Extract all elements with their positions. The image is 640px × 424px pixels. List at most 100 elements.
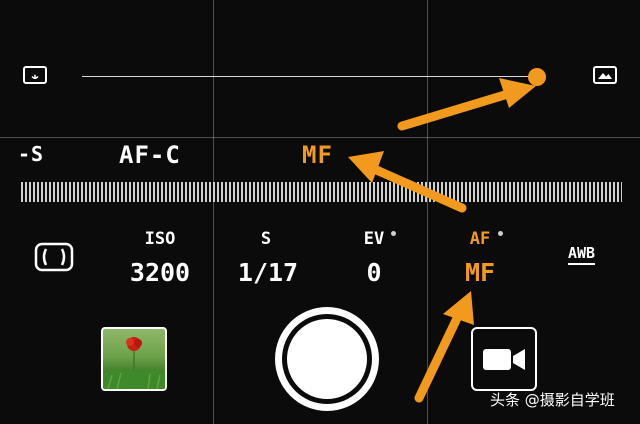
mode-partial-left[interactable]: -S: [18, 144, 44, 164]
ruler-tick: [29, 182, 31, 202]
video-camera-icon[interactable]: [471, 327, 537, 391]
ruler-tick: [389, 182, 391, 202]
ruler-tick: [57, 182, 59, 202]
ruler-tick: [385, 182, 387, 202]
ruler-tick: [245, 182, 247, 202]
ruler-tick: [197, 182, 199, 202]
mode-af-c[interactable]: AF-C: [119, 143, 181, 167]
ruler-tick: [533, 182, 535, 202]
ruler-tick: [309, 182, 311, 202]
ruler-tick: [337, 182, 339, 202]
ruler-tick: [61, 182, 63, 202]
ruler-tick: [617, 182, 619, 202]
ruler-tick: [365, 182, 367, 202]
ruler-tick: [397, 182, 399, 202]
ruler-tick: [169, 182, 171, 202]
watermark-text: 头条 @摄影自学班: [490, 391, 615, 409]
ruler-tick: [545, 182, 547, 202]
ruler-tick: [53, 182, 55, 202]
mode-mf-selected[interactable]: MF: [302, 143, 333, 167]
ruler-tick: [249, 182, 251, 202]
ruler-tick: [133, 182, 135, 202]
shutter-core: [287, 319, 367, 399]
ruler-tick: [553, 182, 555, 202]
grid-line-vertical-1: [213, 0, 214, 424]
ruler-tick: [261, 182, 263, 202]
ruler-tick: [517, 182, 519, 202]
ruler-tick: [121, 182, 123, 202]
ruler-tick: [353, 182, 355, 202]
ruler-tick: [93, 182, 95, 202]
ruler-tick: [433, 182, 435, 202]
ruler-tick: [153, 182, 155, 202]
ruler-tick: [81, 182, 83, 202]
ruler-tick: [205, 182, 207, 202]
ruler-tick: [381, 182, 383, 202]
focus-slider-knob[interactable]: [528, 68, 547, 86]
focus-mode-value[interactable]: MF: [454, 260, 506, 285]
ruler-tick: [329, 182, 331, 202]
grid-line-horizontal-1: [0, 137, 640, 138]
ruler-tick: [277, 182, 279, 202]
iso-label[interactable]: ISO: [130, 231, 190, 248]
ev-value[interactable]: 0: [358, 260, 390, 285]
ruler-tick: [297, 182, 299, 202]
landscape-mountain-icon[interactable]: [593, 66, 617, 84]
shutter-speed-label[interactable]: S: [246, 231, 286, 248]
ruler-tick: [113, 182, 115, 202]
ruler-tick: [457, 182, 459, 202]
ruler-tick: [401, 182, 403, 202]
ruler-tick: [41, 182, 43, 202]
ruler-tick: [421, 182, 423, 202]
focus-indicator-dot: [498, 231, 503, 236]
ruler-tick: [449, 182, 451, 202]
focus-mode-label[interactable]: AF: [460, 231, 500, 248]
ruler-tick: [405, 182, 407, 202]
ruler-tick: [77, 182, 79, 202]
ruler-tick: [293, 182, 295, 202]
lens-bracket-icon[interactable]: [34, 242, 74, 272]
macro-flower-icon[interactable]: [23, 66, 47, 84]
iso-value[interactable]: 3200: [120, 260, 200, 285]
ruler-tick: [129, 182, 131, 202]
ruler-tick: [565, 182, 567, 202]
ruler-tick: [333, 182, 335, 202]
ruler-tick: [437, 182, 439, 202]
white-balance-button[interactable]: AWB: [568, 246, 596, 265]
ruler-tick: [465, 182, 467, 202]
ruler-tick: [209, 182, 211, 202]
focus-slider-track[interactable]: [82, 76, 542, 77]
ruler-tick: [229, 182, 231, 202]
ruler-tick: [33, 182, 35, 202]
grid-line-vertical-2: [427, 0, 428, 424]
ruler-tick: [237, 182, 239, 202]
ruler-tick: [141, 182, 143, 202]
ruler-tick: [181, 182, 183, 202]
ruler-tick: [521, 182, 523, 202]
ruler-tick: [505, 182, 507, 202]
gallery-thumbnail-icon[interactable]: [101, 327, 167, 391]
ruler-tick: [269, 182, 271, 202]
ruler-tick: [461, 182, 463, 202]
shutter-button-icon[interactable]: [275, 307, 379, 411]
ruler-tick: [589, 182, 591, 202]
ruler-tick: [313, 182, 315, 202]
focus-ruler[interactable]: [20, 182, 622, 202]
shutter-speed-value[interactable]: 1/17: [236, 260, 300, 285]
ruler-tick: [441, 182, 443, 202]
ruler-tick: [73, 182, 75, 202]
ruler-tick: [265, 182, 267, 202]
ruler-tick: [621, 182, 622, 202]
ruler-tick: [357, 182, 359, 202]
ruler-tick: [37, 182, 39, 202]
ruler-tick: [145, 182, 147, 202]
ev-indicator-dot: [391, 231, 396, 236]
ruler-tick: [445, 182, 447, 202]
ruler-tick: [349, 182, 351, 202]
ruler-tick: [569, 182, 571, 202]
ev-label[interactable]: EV: [356, 231, 392, 248]
ruler-tick: [577, 182, 579, 202]
ruler-tick: [301, 182, 303, 202]
ruler-tick: [241, 182, 243, 202]
ruler-tick: [273, 182, 275, 202]
